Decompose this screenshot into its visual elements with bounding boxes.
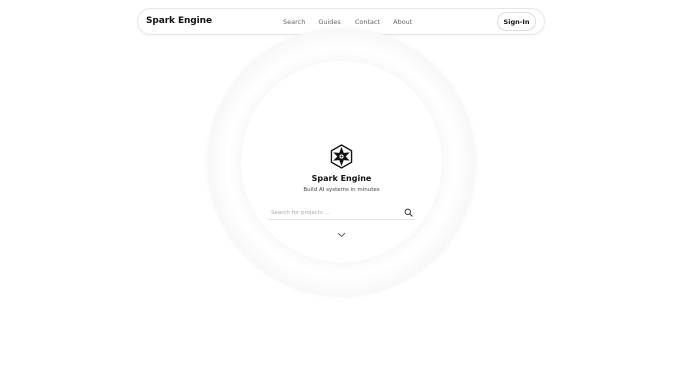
search-icon[interactable] [404,208,413,217]
nav-link-search[interactable]: Search [283,18,305,26]
nav-link-guides[interactable]: Guides [318,18,340,26]
hexagon-star-logo-icon [330,144,353,169]
page: Spark Engine Search Guides Contact About… [0,0,683,384]
hero-subtitle: Build AI systems in minutes [303,187,380,193]
nav-link-contact[interactable]: Contact [355,18,380,26]
chevron-down-icon[interactable] [337,232,346,238]
nav-link-about[interactable]: About [393,18,412,26]
search-bar [268,206,415,220]
sign-in-button[interactable]: Sign-In [497,12,536,31]
nav-links: Search Guides Contact About [283,18,412,26]
search-input[interactable] [271,207,396,218]
brand-name[interactable]: Spark Engine [146,16,212,26]
hero-title: Spark Engine [311,174,372,183]
